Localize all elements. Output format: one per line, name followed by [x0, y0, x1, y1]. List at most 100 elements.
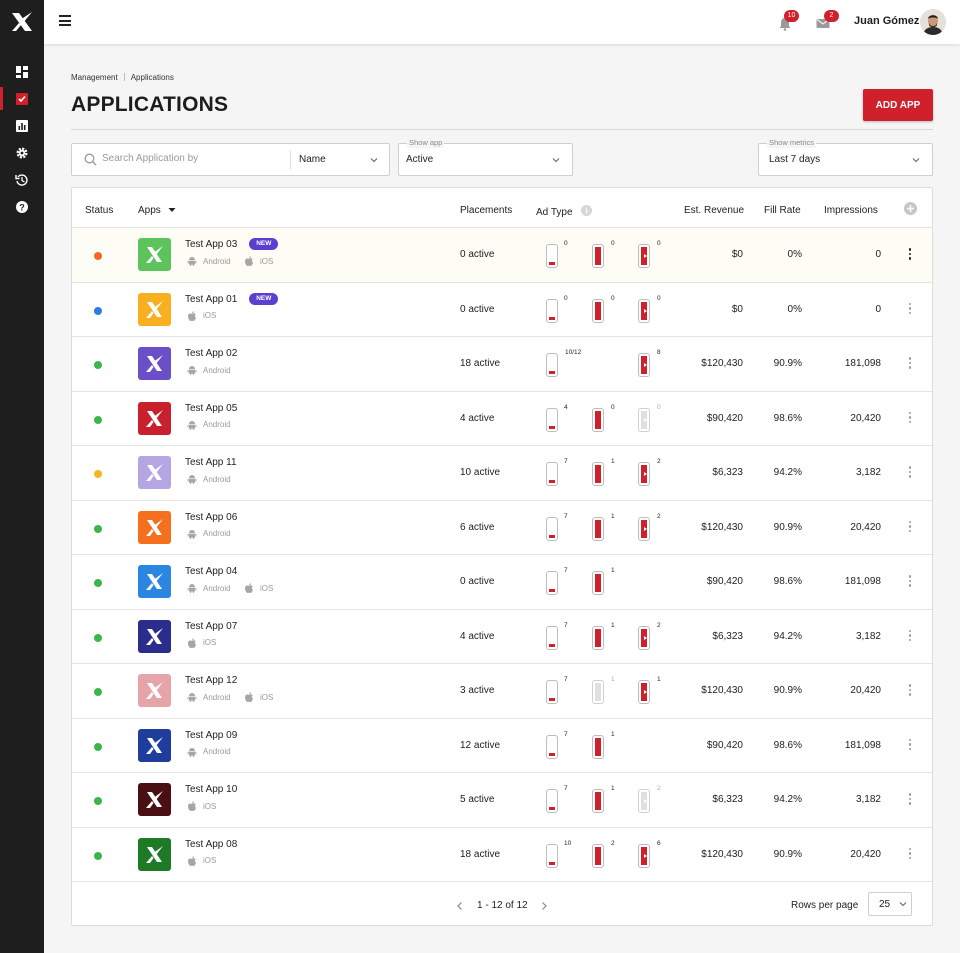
next-page-icon[interactable] [540, 901, 548, 911]
app-icon [138, 510, 171, 544]
avatar[interactable] [920, 9, 946, 35]
sidebar-item-help[interactable]: ? [0, 193, 44, 220]
more-options-icon[interactable] [908, 684, 912, 698]
platform-android: Android [187, 583, 231, 593]
table-row[interactable]: Test App 10 iOS 5 active 7 1 2 $6,323 94.2% 3,18… [72, 772, 932, 827]
messages-button[interactable]: 2 [816, 10, 839, 31]
column-status[interactable]: Status [85, 205, 113, 216]
column-revenue[interactable]: Est. Revenue [684, 205, 744, 216]
add-column-icon[interactable] [904, 202, 917, 215]
apple-icon [188, 855, 196, 866]
table-row[interactable]: Test App 03 NEW Android iOS 0 active 0 0 0 $0 0% 0 [72, 227, 932, 282]
banner-ad-icon [546, 734, 558, 759]
table-row[interactable]: Test App 04 Android iOS 0 active 7 1 $90,420 98… [72, 554, 932, 609]
more-options-icon[interactable] [908, 520, 912, 535]
more-options-icon[interactable] [908, 847, 912, 862]
table-row[interactable]: Test App 02 Android 18 active 10/12 8 $120,43… [72, 336, 932, 391]
menu-icon[interactable] [59, 15, 71, 27]
video-ad-icon [638, 625, 650, 650]
column-ad-type[interactable]: Ad Type [536, 205, 593, 218]
video-count: 0 [657, 294, 661, 302]
platform-ios: iOS [244, 583, 273, 593]
app-name[interactable]: Test App 01 [185, 294, 237, 305]
table-row[interactable]: Test App 05 Android 4 active 4 0 0 $90,420 98.6… [72, 390, 932, 446]
column-fill-rate[interactable]: Fill Rate [764, 205, 801, 216]
app-name[interactable]: Test App 10 [185, 784, 237, 795]
app-name[interactable]: Test App 11 [185, 457, 237, 468]
app-name[interactable]: Test App 04 [185, 566, 237, 577]
chevron-down-icon [370, 158, 378, 163]
app-name[interactable]: Test App 05 [185, 403, 237, 414]
more-options-icon[interactable] [908, 738, 912, 753]
table-row[interactable]: Test App 08 iOS 18 active 10 2 6 $120,430 90.9%… [72, 826, 932, 882]
app-icon [138, 837, 171, 871]
app-name[interactable]: Test App 09 [185, 730, 237, 741]
show-app-select[interactable]: Show app Active [398, 138, 573, 176]
more-options-icon[interactable] [908, 357, 912, 371]
prev-page-icon[interactable] [456, 901, 464, 911]
logo[interactable] [0, 0, 44, 44]
more-options-icon[interactable] [908, 575, 912, 589]
info-icon[interactable] [581, 205, 593, 216]
table-row[interactable]: Test App 11 Android 10 active 7 1 2 $6,323 94.2… [72, 445, 932, 500]
column-apps[interactable]: Apps [138, 205, 176, 216]
table-row[interactable]: Test App 01 NEW iOS 0 active 0 0 0 $0 0% 0 [72, 281, 932, 337]
table-row[interactable]: Test App 09 Android 12 active 7 1 $90,420 98.6… [72, 717, 932, 773]
show-metrics-select[interactable]: Show metrics Last 7 days [758, 138, 933, 176]
platform-label: Android [203, 256, 231, 266]
video-count: 1 [657, 676, 661, 683]
platform-android: Android [187, 747, 231, 757]
notifications-button[interactable]: 10 [778, 10, 799, 31]
sidebar-item-history[interactable] [0, 166, 44, 193]
rows-per-page-select[interactable]: 25 [868, 892, 912, 916]
column-impressions[interactable]: Impressions [824, 205, 878, 216]
platform-label: iOS [203, 638, 217, 647]
sidebar-item-applications[interactable] [0, 85, 44, 112]
table-row[interactable]: Test App 07 iOS 4 active 7 1 2 $6,323 94.2% 3,18… [72, 608, 932, 664]
more-options-icon[interactable] [908, 466, 912, 480]
app-icon [138, 292, 171, 326]
more-options-icon[interactable] [908, 302, 912, 317]
breadcrumb-management[interactable]: Management [71, 73, 118, 82]
platform-android: Android [187, 474, 231, 484]
app-name[interactable]: Test App 02 [185, 348, 237, 359]
chevron-down-icon [899, 902, 907, 907]
more-options-icon[interactable] [908, 629, 912, 644]
search-input[interactable] [102, 153, 282, 164]
apple-icon [188, 801, 196, 811]
platform-label: iOS [203, 801, 217, 811]
column-placements[interactable]: Placements [460, 205, 512, 216]
sidebar-item-settings[interactable] [0, 139, 44, 166]
android-icon [187, 475, 197, 484]
more-options-icon[interactable] [908, 793, 912, 807]
search-by-select[interactable]: Name [291, 144, 390, 175]
app-name[interactable]: Test App 06 [185, 512, 237, 523]
app-name[interactable]: Test App 07 [185, 621, 237, 632]
sidebar-item-dashboard[interactable] [0, 58, 44, 85]
app-name[interactable]: Test App 03 [185, 239, 237, 250]
banner-ad-icon [546, 244, 558, 268]
table-row[interactable]: Test App 12 Android iOS 3 active 7 1 1 $120,430… [72, 663, 932, 718]
app-name[interactable]: Test App 12 [185, 675, 237, 686]
interstitial-ad-icon [592, 571, 604, 595]
table-row[interactable]: Test App 06 Android 6 active 7 1 2 $120,430 90.… [72, 499, 932, 555]
impressions-value: 3,182 [855, 630, 881, 642]
impressions-value: 20,420 [850, 685, 881, 696]
search-field: Name [71, 143, 390, 176]
platform-label: iOS [203, 311, 217, 320]
banner-ad-icon [546, 516, 558, 541]
placements-value: 0 active [460, 249, 495, 260]
sidebar-item-reports[interactable] [0, 112, 44, 139]
platform-ios: iOS [244, 692, 273, 702]
interstitial-ad-icon [592, 516, 604, 541]
more-options-icon[interactable] [908, 248, 912, 262]
user-name[interactable]: Juan Gómez [854, 15, 919, 27]
sort-desc-icon [168, 208, 176, 212]
add-app-button[interactable]: ADD APP [863, 89, 933, 121]
interstitial-count: 0 [611, 294, 615, 302]
interstitial-count: 2 [611, 839, 615, 847]
placements-value: 0 active [460, 303, 495, 315]
more-options-icon[interactable] [908, 411, 912, 426]
app-name[interactable]: Test App 08 [185, 839, 237, 850]
impressions-value: 3,182 [855, 467, 881, 478]
